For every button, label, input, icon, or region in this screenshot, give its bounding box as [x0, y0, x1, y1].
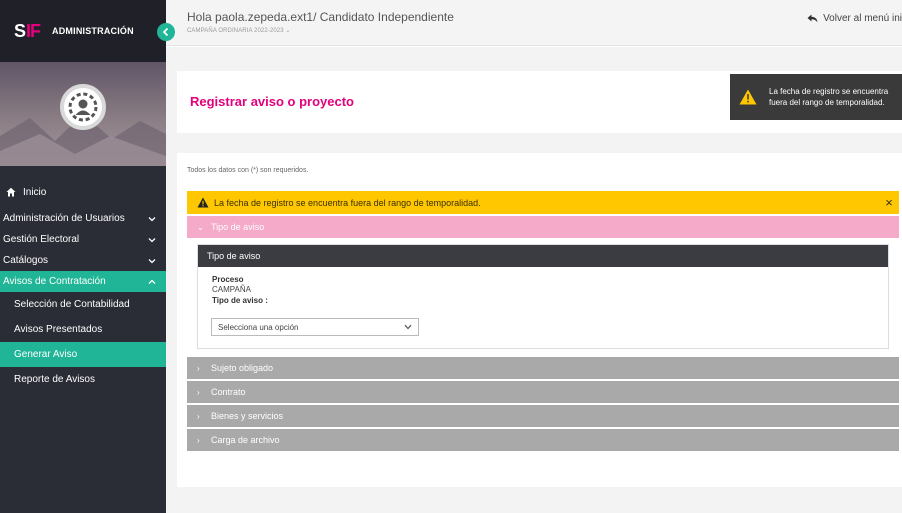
sif-logo: SIF: [14, 20, 41, 41]
section-label: Tipo de aviso: [211, 222, 265, 232]
select-value: Selecciona una opción: [218, 322, 299, 332]
sidebar-nav: Inicio Administración de Usuarios Gestió…: [0, 166, 166, 392]
sidebar-subitem-seleccion-contabilidad[interactable]: Selección de Contabilidad: [0, 292, 166, 317]
chevron-right-icon: ›: [197, 435, 200, 445]
proceso-label: Proceso: [212, 275, 244, 284]
chevron-down-icon: [148, 216, 156, 221]
sidebar-subitem-label: Avisos Presentados: [14, 324, 103, 335]
sidebar-item-avisos-contratacion[interactable]: Avisos de Contratación: [0, 271, 166, 292]
user-avatar: [60, 84, 106, 130]
warning-icon: [739, 89, 757, 105]
chevron-down-icon: [404, 324, 412, 330]
section-label: Sujeto obligado: [211, 363, 274, 373]
sidebar-item-label: Avisos de Contratación: [3, 276, 106, 287]
chevron-right-icon: ›: [197, 363, 200, 373]
home-icon: [6, 187, 16, 197]
sidebar-header: SIF ADMINISTRACIÓN: [0, 0, 175, 62]
sidebar-subitem-label: Selección de Contabilidad: [14, 299, 130, 310]
tipo-aviso-select[interactable]: Selecciona una opción: [211, 318, 419, 336]
warning-text: La fecha de registro se encuentra fuera …: [214, 197, 481, 208]
chevron-right-icon: ›: [197, 411, 200, 421]
chevron-down-icon: ⌄: [197, 222, 204, 232]
section-sujeto-obligado[interactable]: › Sujeto obligado: [187, 357, 899, 379]
panel-header: Tipo de aviso: [198, 245, 888, 267]
section-tipo-aviso-body: Tipo de aviso Proceso CAMPAÑA Tipo de av…: [187, 238, 899, 355]
toast-notification: La fecha de registro se encuentra fuera …: [730, 74, 902, 120]
sidebar-item-inicio[interactable]: Inicio: [0, 178, 166, 206]
sidebar-subitem-avisos-presentados[interactable]: Avisos Presentados: [0, 317, 166, 342]
close-icon[interactable]: ×: [879, 195, 899, 210]
page-title: Registrar aviso o proyecto: [190, 94, 354, 109]
warning-icon: [197, 197, 209, 208]
user-greeting: Hola paola.zepeda.ext1/ Candidato Indepe…: [187, 10, 454, 24]
sidebar-subitem-generar-aviso[interactable]: Generar Aviso: [0, 342, 166, 367]
tipo-aviso-panel: Tipo de aviso Proceso CAMPAÑA Tipo de av…: [197, 244, 889, 349]
user-gear-icon: [68, 92, 98, 122]
collapse-sidebar-button[interactable]: [157, 23, 175, 41]
required-note: Todos los datos con (*) son requeridos.: [187, 167, 309, 174]
section-label: Carga de archivo: [211, 435, 280, 445]
section-carga-archivo[interactable]: › Carga de archivo: [187, 429, 899, 451]
sidebar-subitem-label: Reporte de Avisos: [14, 374, 95, 385]
admin-label: ADMINISTRACIÓN: [52, 26, 134, 36]
reply-arrow-icon: [807, 14, 818, 23]
chevron-left-icon: [162, 27, 169, 37]
form-card: Todos los datos con (*) son requeridos. …: [177, 153, 902, 487]
sidebar-item-label: Administración de Usuarios: [3, 213, 125, 224]
sidebar-item-catalogos[interactable]: Catálogos: [0, 250, 166, 271]
sidebar-subitem-reporte-avisos[interactable]: Reporte de Avisos: [0, 367, 166, 392]
tipo-aviso-label: Tipo de aviso :: [212, 296, 268, 305]
sidebar-item-usuarios[interactable]: Administración de Usuarios: [0, 208, 166, 229]
campaign-selector[interactable]: CAMPAÑA ORDINARIA 2022-2023 ⌄: [187, 27, 291, 34]
sidebar-item-gestion-electoral[interactable]: Gestión Electoral: [0, 229, 166, 250]
sidebar-item-label: Inicio: [23, 186, 47, 198]
section-label: Contrato: [211, 387, 246, 397]
section-bienes-servicios[interactable]: › Bienes y servicios: [187, 405, 899, 427]
chevron-down-icon: [148, 237, 156, 242]
back-link-label: Volver al menú ini: [823, 13, 902, 24]
proceso-value: CAMPAÑA: [212, 285, 251, 294]
chevron-up-icon: [148, 279, 156, 284]
top-bar: Hola paola.zepeda.ext1/ Candidato Indepe…: [166, 0, 902, 46]
sidebar-item-label: Catálogos: [3, 255, 49, 266]
back-to-menu-link[interactable]: Volver al menú ini: [807, 13, 902, 24]
section-label: Bienes y servicios: [211, 411, 284, 421]
section-contrato[interactable]: › Contrato: [187, 381, 899, 403]
sidebar-hero: [0, 62, 166, 166]
chevron-right-icon: ›: [197, 387, 200, 397]
sidebar-item-label: Gestión Electoral: [3, 234, 80, 245]
sidebar-subitem-label: Generar Aviso: [14, 349, 78, 360]
section-tipo-aviso[interactable]: ⌄ Tipo de aviso: [187, 216, 899, 238]
sidebar: SIF ADMINISTRACIÓN Inicio Administración…: [0, 0, 175, 513]
warning-banner: La fecha de registro se encuentra fuera …: [187, 191, 899, 214]
chevron-down-icon: [148, 258, 156, 263]
toast-text: La fecha de registro se encuentra fuera …: [769, 87, 889, 107]
